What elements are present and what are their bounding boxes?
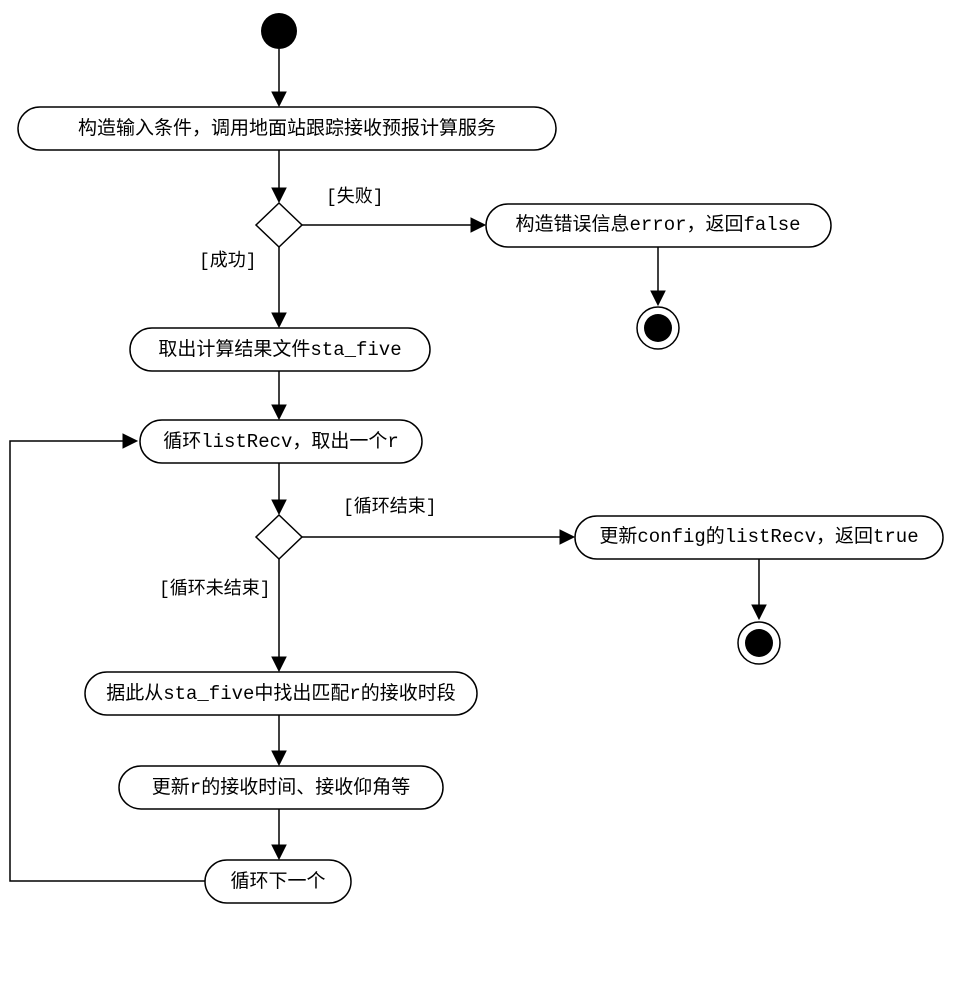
node-loop-next: 循环下一个 <box>205 860 351 903</box>
arrow-loopback <box>10 434 205 881</box>
node-update-r: 更新r的接收时间、接收仰角等 <box>119 766 443 809</box>
arrow-d2-to-n5 <box>302 530 574 544</box>
node-loop-recv: 循环listRecv，取出一个r <box>140 420 422 463</box>
n3-text: 取出计算结果文件sta_five <box>158 338 401 361</box>
n2-text: 构造错误信息error，返回false <box>515 213 800 236</box>
arrow-n3-to-n4 <box>272 371 286 419</box>
node-extract-result: 取出计算结果文件sta_five <box>130 328 430 371</box>
node-construct-input: 构造输入条件，调用地面站跟踪接收预报计算服务 <box>18 107 556 150</box>
arrow-n6-to-n7 <box>272 715 286 765</box>
n4-text: 循环listRecv，取出一个r <box>163 430 399 453</box>
arrow-d1-to-n2 <box>302 218 485 232</box>
arrow-n5-to-end2 <box>752 559 766 619</box>
n8-text: 循环下一个 <box>230 870 325 893</box>
end-node-2 <box>738 622 780 664</box>
end-node-1 <box>637 307 679 349</box>
arrow-d1-to-n3 <box>272 247 286 327</box>
arrow-n7-to-n8 <box>272 809 286 859</box>
node-error-return: 构造错误信息error，返回false <box>486 204 831 247</box>
arrow-d2-to-n6 <box>272 559 286 671</box>
n7-text: 更新r的接收时间、接收仰角等 <box>152 776 410 799</box>
label-loop-end: [循环结束] <box>343 496 437 518</box>
arrow-start-to-n1 <box>272 49 286 106</box>
label-loop-continue: [循环未结束] <box>159 578 271 600</box>
n6-text: 据此从sta_five中找出匹配r的接收时段 <box>106 682 456 705</box>
arrow-n2-to-end1 <box>651 247 665 305</box>
node-update-config: 更新config的listRecv，返回true <box>575 516 943 559</box>
arrow-n4-to-d2 <box>272 463 286 514</box>
start-node <box>261 13 297 49</box>
decision-2 <box>256 515 302 559</box>
label-fail: [失败] <box>326 186 384 208</box>
label-success: [成功] <box>199 250 257 272</box>
arrow-n1-to-d1 <box>272 150 286 202</box>
decision-1 <box>256 203 302 247</box>
n5-text: 更新config的listRecv，返回true <box>599 525 918 548</box>
node-find-match: 据此从sta_five中找出匹配r的接收时段 <box>85 672 477 715</box>
n1-text: 构造输入条件，调用地面站跟踪接收预报计算服务 <box>78 117 496 140</box>
